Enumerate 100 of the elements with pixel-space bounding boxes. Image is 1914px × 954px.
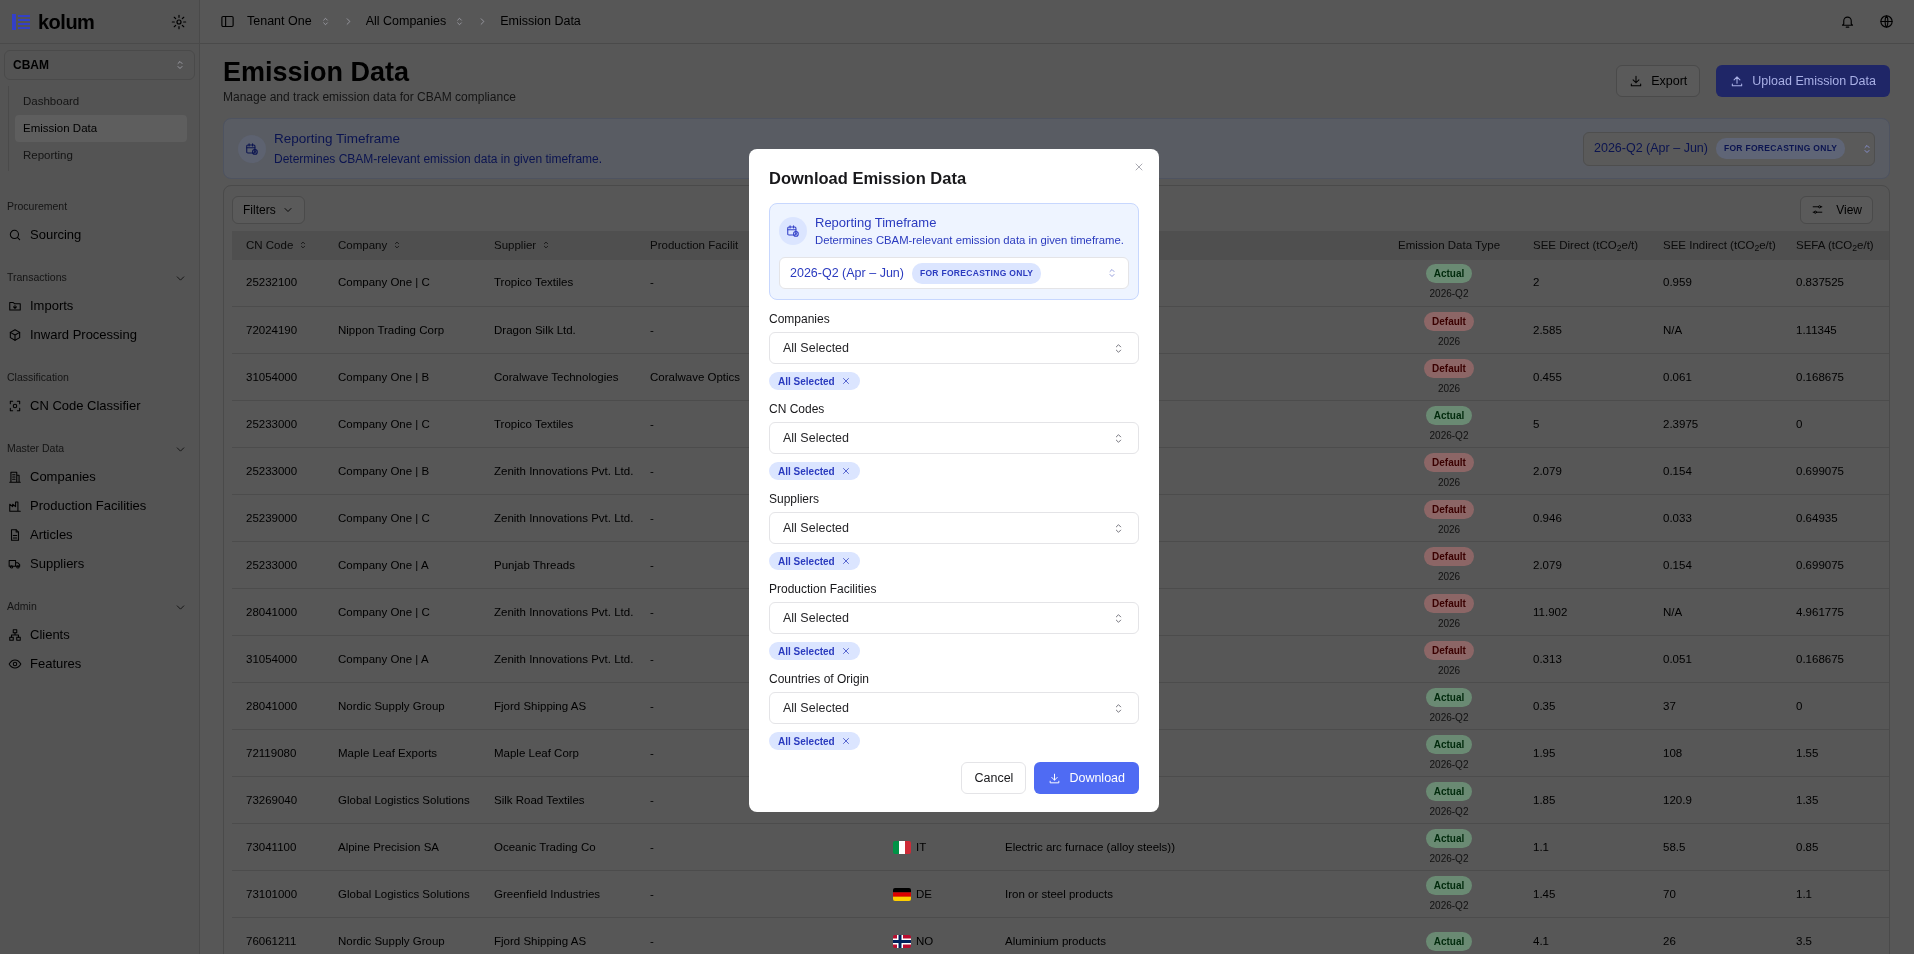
select-value: All Selected (783, 699, 849, 717)
sidebar-link[interactable]: Imports (0, 291, 199, 320)
timeframe-select[interactable]: 2026-Q2 (Apr – Jun) FOR FORECASTING ONLY (1583, 131, 1875, 166)
timeframe-select[interactable]: 2026-Q2 (Apr – Jun) FOR FORECASTING ONLY (779, 257, 1129, 290)
data-type-tag: Actual (1425, 875, 1473, 895)
multi-select[interactable]: All Selected (769, 512, 1139, 545)
data-type-tag: Default (1424, 499, 1474, 519)
table-cell: Greenfield Industries (480, 870, 644, 918)
table-cell: 0.313 (1519, 635, 1649, 683)
forecast-badge: FOR FORECASTING ONLY (911, 262, 1042, 284)
table-cell: 58.5 (1649, 823, 1782, 871)
module-select[interactable]: CBAM (4, 50, 195, 80)
sidebar-item[interactable]: Dashboard (15, 88, 187, 115)
file-icon (8, 527, 22, 542)
remove-icon[interactable] (840, 646, 851, 657)
flag-icon (893, 841, 911, 854)
group-title: Transactions (7, 270, 67, 286)
column-header[interactable]: Company (324, 230, 480, 260)
factory-icon (8, 498, 22, 513)
filters-button[interactable]: Filters (232, 195, 305, 224)
export-button[interactable]: Export (1616, 65, 1701, 97)
period-text: 2026-Q2 (1428, 804, 1470, 819)
view-button[interactable]: View (1800, 195, 1873, 224)
table-cell: 25233000 (232, 447, 324, 495)
table-cell: 4.961775 (1782, 588, 1889, 636)
table-cell: Company One | C (324, 588, 480, 636)
selection-chip[interactable]: All Selected (769, 732, 860, 751)
multi-select[interactable]: All Selected (769, 332, 1139, 365)
multi-select[interactable]: All Selected (769, 602, 1139, 635)
timeframe-value: 2026-Q2 (Apr – Jun) (1594, 140, 1708, 158)
table-cell: 0.35 (1519, 682, 1649, 730)
sidebar-toggle-icon[interactable] (220, 14, 235, 29)
table-cell: 2.079 (1519, 447, 1649, 495)
remove-icon[interactable] (840, 466, 851, 477)
sidebar-link[interactable]: Suppliers (0, 549, 199, 578)
data-type-tag: Actual (1425, 264, 1473, 284)
table-cell: 73101000 (232, 870, 324, 918)
period-text: 2026-Q2 (1428, 851, 1470, 866)
updown-icon (1106, 267, 1118, 280)
table-cell: Zenith Innovations Pvt. Ltd. (480, 588, 644, 636)
sidebar-item[interactable]: Emission Data (15, 115, 187, 142)
table-cell: 25232100 (232, 259, 324, 307)
globe-icon[interactable] (1879, 14, 1894, 29)
data-type-tag: Default (1424, 593, 1474, 613)
upload-icon (1730, 74, 1745, 88)
breadcrumb-item[interactable]: Emission Data (500, 12, 581, 31)
selection-chip[interactable]: All Selected (769, 372, 860, 391)
remove-icon[interactable] (840, 556, 851, 567)
table-cell: 0.959 (1649, 259, 1782, 307)
table-cell: Zenith Innovations Pvt. Ltd. (480, 494, 644, 542)
multi-select[interactable]: All Selected (769, 422, 1139, 455)
table-cell: 0.455 (1519, 353, 1649, 401)
sidebar-item[interactable]: Reporting (15, 142, 187, 169)
settings-icon[interactable] (171, 13, 187, 30)
table-cell: 0.154 (1649, 447, 1782, 495)
remove-icon[interactable] (840, 736, 851, 747)
table-cell: 0.154 (1649, 541, 1782, 589)
table-cell: 31054000 (232, 635, 324, 683)
period-text: 2026 (1436, 381, 1462, 396)
country-code: IT (916, 840, 927, 853)
table-cell: 1.55 (1782, 729, 1889, 777)
sidebar-link[interactable]: Clients (0, 620, 199, 649)
period-text: 2026-Q2 (1428, 428, 1470, 443)
selection-chip[interactable]: All Selected (769, 642, 860, 661)
country-code: DE (916, 887, 932, 900)
sidebar-link[interactable]: Features (0, 649, 199, 678)
download-button[interactable]: Download (1034, 762, 1139, 795)
data-type-tag: Default (1424, 452, 1474, 472)
timeframe-title: Reporting Timeframe (815, 213, 938, 232)
column-header[interactable]: Supplier (480, 230, 644, 260)
table-cell: Punjab Threads (480, 541, 644, 589)
table-cell: Maple Leaf Exports (324, 729, 480, 777)
table-cell: 0 (1782, 400, 1889, 448)
select-value: All Selected (783, 429, 849, 447)
table-cell: 73041100 (232, 823, 324, 871)
flag-icon (893, 935, 911, 948)
sidebar-link[interactable]: Articles (0, 520, 199, 549)
sidebar-link[interactable]: Companies (0, 462, 199, 491)
table-cell: 2.585 (1519, 306, 1649, 354)
page-title: Emission Data (223, 56, 411, 89)
module-value: CBAM (13, 57, 49, 74)
column-header[interactable]: CN Code (232, 230, 324, 260)
breadcrumb-item[interactable]: Tenant One (247, 12, 331, 31)
sidebar-link[interactable]: Production Facilities (0, 491, 199, 520)
remove-icon[interactable] (840, 376, 851, 387)
multi-select[interactable]: All Selected (769, 692, 1139, 725)
breadcrumb-item[interactable]: All Companies (365, 12, 466, 31)
sidebar-link[interactable]: Sourcing (0, 220, 199, 249)
selection-chip[interactable]: All Selected (769, 552, 860, 571)
download-icon (1048, 771, 1062, 785)
table-cell: Fjord Shipping AS (480, 682, 644, 730)
table-cell: 1.1 (1519, 823, 1649, 871)
upload-button[interactable]: Upload Emission Data (1716, 65, 1890, 97)
sidebar-link[interactable]: Inward Processing (0, 320, 199, 349)
cancel-button[interactable]: Cancel (961, 762, 1027, 795)
table-cell: Tropico Textiles (480, 259, 644, 307)
sidebar-link[interactable]: CN Code Classifier (0, 391, 199, 420)
selection-chip[interactable]: All Selected (769, 462, 860, 481)
bell-icon[interactable] (1840, 14, 1855, 29)
table-cell: Company One | A (324, 541, 480, 589)
